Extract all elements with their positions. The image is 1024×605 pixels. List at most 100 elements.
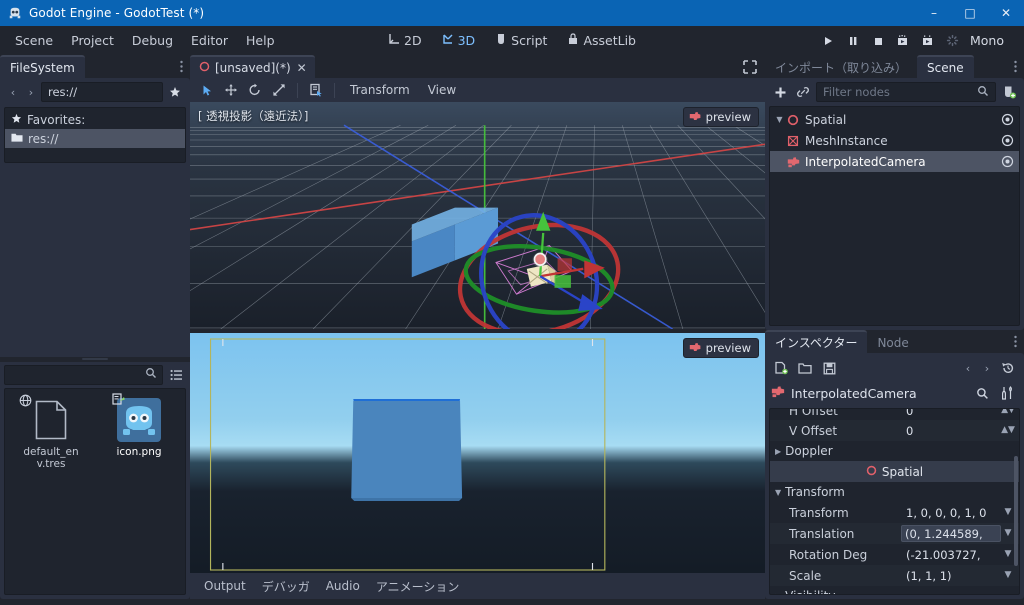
viewport-3d[interactable]: [ 透視投影（遠近法）] preview xyxy=(190,102,765,329)
folder-open-icon[interactable] xyxy=(795,358,815,378)
property-section-visibility[interactable]: ▶ Visibility xyxy=(770,586,1019,594)
fs-tree-empty-space xyxy=(5,148,185,160)
menu-project[interactable]: Project xyxy=(62,29,123,52)
menu-scene[interactable]: Scene xyxy=(6,29,62,52)
property-section-doppler[interactable]: ▶ Doppler xyxy=(770,441,1019,461)
scale-mode-button[interactable] xyxy=(268,80,290,100)
list-select-button[interactable] xyxy=(305,80,327,100)
inspector-forward-icon[interactable]: › xyxy=(979,359,995,377)
close-button[interactable]: ✕ xyxy=(988,0,1024,26)
camera-preview-badge[interactable]: preview xyxy=(682,338,759,358)
inspector-properties: H Offset 0 ▲▼ V Offset 0 ▲▼ ▶ Doppler Sp… xyxy=(769,408,1020,595)
property-value[interactable]: (1, 1, 1) xyxy=(906,569,1001,583)
tab-3d[interactable]: 3D xyxy=(433,30,485,51)
spinner-arrows-icon[interactable]: ▲▼ xyxy=(1001,409,1015,415)
chevron-down-icon[interactable]: ▼ xyxy=(774,115,785,124)
minimize-button[interactable]: – xyxy=(916,0,952,26)
file-item[interactable]: default_env.tres xyxy=(7,394,95,472)
property-row-voffset[interactable]: V Offset 0 ▲▼ xyxy=(770,420,1019,441)
tab-assetlib[interactable]: AssetLib xyxy=(558,30,645,51)
tab-animation[interactable]: アニメーション xyxy=(369,575,467,598)
fs-res-row[interactable]: res:// xyxy=(5,129,185,148)
vertical-dots-icon[interactable] xyxy=(172,55,190,78)
eye-icon[interactable] xyxy=(1001,113,1014,126)
chevron-down-icon[interactable]: ▼ xyxy=(1001,549,1015,558)
tab-filesystem[interactable]: FileSystem xyxy=(0,55,85,78)
tab-output[interactable]: Output xyxy=(197,576,253,596)
play-button[interactable] xyxy=(816,30,840,52)
menu-help[interactable]: Help xyxy=(237,29,284,52)
file-item[interactable]: icon.png xyxy=(95,392,183,472)
property-label: Translation xyxy=(789,526,855,541)
inspector-back-icon[interactable]: ‹ xyxy=(960,359,976,377)
eye-icon[interactable] xyxy=(1001,155,1014,168)
move-mode-button[interactable] xyxy=(220,80,242,100)
property-value[interactable]: (-21.003727, xyxy=(906,548,1001,562)
mono-indicator[interactable]: Mono xyxy=(966,33,1012,48)
filesystem-tree: Favorites: res:// xyxy=(4,107,186,163)
tab-2d[interactable]: 2D xyxy=(379,30,431,51)
rotate-mode-button[interactable] xyxy=(244,80,266,100)
save-icon[interactable] xyxy=(819,358,839,378)
chevron-down-icon[interactable]: ▼ xyxy=(1001,528,1015,537)
vertical-dots-icon[interactable] xyxy=(1006,55,1024,78)
property-value[interactable]: 1, 0, 0, 0, 1, 0 xyxy=(906,506,1001,520)
spinner-arrows-icon[interactable]: ▲▼ xyxy=(1001,425,1015,434)
link-icon[interactable] xyxy=(793,82,813,102)
fs-favorites-row[interactable]: Favorites: xyxy=(5,110,185,129)
stop-button[interactable] xyxy=(866,30,890,52)
scene-tab-unsaved[interactable]: [unsaved](*) ✕ xyxy=(190,55,315,78)
fs-path-field[interactable]: res:// xyxy=(41,82,163,102)
inspector-scrollbar[interactable] xyxy=(1014,456,1018,566)
property-row-scale[interactable]: Scale (1, 1, 1) ▼ xyxy=(770,565,1019,586)
property-section-transform[interactable]: ▼ Transform xyxy=(770,482,1019,502)
chevron-down-icon[interactable]: ▼ xyxy=(1001,570,1015,579)
property-value[interactable]: (0, 1.244589, xyxy=(901,525,1001,542)
viewport-camera-preview[interactable]: preview xyxy=(190,333,765,573)
fs-search-input[interactable] xyxy=(4,364,163,385)
property-value[interactable]: 0 xyxy=(906,409,1001,418)
scene-tree-panel: Filter nodes ▼ Spatial MeshInstance Inte… xyxy=(765,78,1024,330)
tab-inspector[interactable]: インスペクター xyxy=(765,330,868,353)
attach-script-icon[interactable] xyxy=(999,82,1019,102)
fullscreen-icon[interactable] xyxy=(735,55,765,78)
tab-script[interactable]: Script xyxy=(486,30,556,51)
play-custom-scene-button[interactable] xyxy=(916,30,940,52)
chevron-down-icon[interactable]: ▼ xyxy=(1001,507,1015,516)
tab-node[interactable]: Node xyxy=(867,330,918,353)
filter-nodes-input[interactable]: Filter nodes xyxy=(816,82,996,102)
select-mode-button[interactable] xyxy=(196,80,218,100)
menu-debug[interactable]: Debug xyxy=(123,29,182,52)
tab-audio[interactable]: Audio xyxy=(319,576,367,596)
property-row-translation[interactable]: Translation (0, 1.244589, ▼ xyxy=(770,523,1019,544)
fs-back-icon[interactable]: ‹ xyxy=(5,83,21,101)
tab-scene[interactable]: Scene xyxy=(917,55,974,78)
transform-menu[interactable]: Transform xyxy=(342,80,418,100)
menu-editor[interactable]: Editor xyxy=(182,29,237,52)
view-menu[interactable]: View xyxy=(420,80,464,100)
tree-node-spatial[interactable]: ▼ Spatial xyxy=(770,109,1019,130)
search-icon[interactable] xyxy=(972,383,992,403)
tab-debugger[interactable]: デバッガ xyxy=(255,575,317,598)
tree-node-interpolatedcamera[interactable]: InterpolatedCamera xyxy=(770,151,1019,172)
play-scene-button[interactable] xyxy=(891,30,915,52)
viewport-preview-badge[interactable]: preview xyxy=(682,107,759,127)
plus-icon[interactable] xyxy=(770,82,790,102)
eye-icon[interactable] xyxy=(1001,134,1014,147)
property-row-transform[interactable]: Transform 1, 0, 0, 0, 1, 0 ▼ xyxy=(770,502,1019,523)
tree-node-meshinstance[interactable]: MeshInstance xyxy=(770,130,1019,151)
property-row-rotation-deg[interactable]: Rotation Deg (-21.003727, ▼ xyxy=(770,544,1019,565)
vertical-dots-icon[interactable] xyxy=(1006,330,1024,353)
history-icon[interactable] xyxy=(998,358,1018,378)
new-resource-icon[interactable] xyxy=(771,358,791,378)
star-icon[interactable] xyxy=(165,86,185,98)
maximize-button[interactable]: □ xyxy=(952,0,988,26)
pause-button[interactable] xyxy=(841,30,865,52)
tools-icon[interactable] xyxy=(998,383,1018,403)
fs-forward-icon[interactable]: › xyxy=(23,83,39,101)
tab-import[interactable]: インポート（取り込み） xyxy=(765,55,917,78)
property-value[interactable]: 0 xyxy=(906,424,1001,438)
property-row-clipped[interactable]: H Offset 0 ▲▼ xyxy=(770,409,1019,420)
list-view-icon[interactable] xyxy=(166,365,186,385)
close-icon[interactable]: ✕ xyxy=(296,62,308,74)
